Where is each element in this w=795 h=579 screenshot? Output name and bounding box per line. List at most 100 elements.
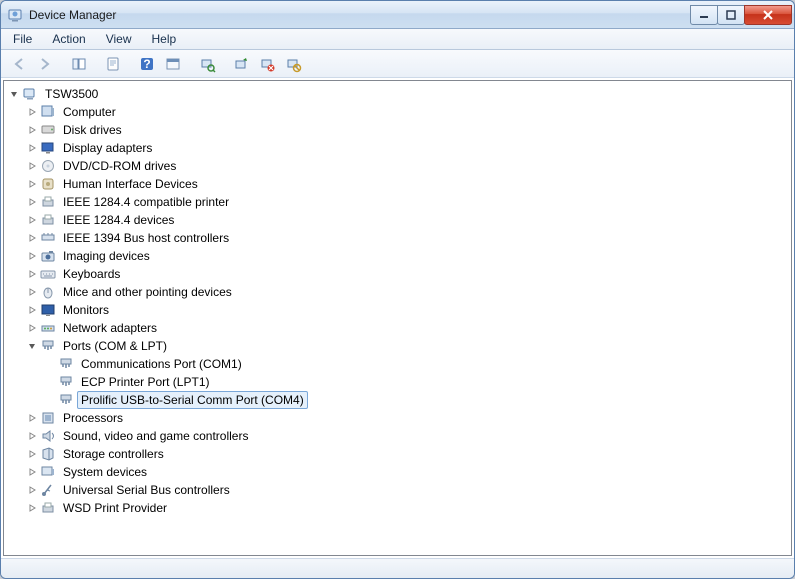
tree-root-label: TSW3500 xyxy=(41,85,102,103)
mouse-icon xyxy=(40,284,56,300)
bus-icon xyxy=(40,230,56,246)
menu-action[interactable]: Action xyxy=(44,30,93,48)
forward-button[interactable] xyxy=(33,53,57,75)
expander-icon[interactable] xyxy=(8,88,20,100)
options-button[interactable] xyxy=(161,53,185,75)
titlebar[interactable]: Device Manager xyxy=(1,1,794,29)
expander-icon[interactable] xyxy=(26,340,38,352)
tree-category-node[interactable]: DVD/CD-ROM drives xyxy=(24,157,789,175)
expander-icon[interactable] xyxy=(26,178,38,190)
computer-root-icon xyxy=(22,86,38,102)
device-manager-window: Device Manager File Action View Help ? T… xyxy=(0,0,795,579)
help-button[interactable]: ? xyxy=(135,53,159,75)
window-title: Device Manager xyxy=(29,8,691,22)
hid-icon xyxy=(40,176,56,192)
window-buttons xyxy=(691,5,792,25)
properties-button[interactable] xyxy=(101,53,125,75)
expander-icon[interactable] xyxy=(26,430,38,442)
expander-icon[interactable] xyxy=(26,286,38,298)
expander-icon[interactable] xyxy=(26,106,38,118)
tree-category-node[interactable]: Network adapters xyxy=(24,319,789,337)
menu-help[interactable]: Help xyxy=(144,30,185,48)
tree-category-label: Computer xyxy=(59,103,120,121)
toolbar: ? xyxy=(1,50,794,78)
tree-category-node[interactable]: IEEE 1284.4 devices xyxy=(24,211,789,229)
tree-category-label: IEEE 1284.4 devices xyxy=(59,211,178,229)
port-icon xyxy=(58,392,74,408)
computer-icon xyxy=(40,104,56,120)
expander-icon[interactable] xyxy=(26,466,38,478)
maximize-button[interactable] xyxy=(717,5,745,25)
expander-icon[interactable] xyxy=(26,448,38,460)
expander-icon[interactable] xyxy=(26,160,38,172)
minimize-button[interactable] xyxy=(690,5,718,25)
back-button[interactable] xyxy=(7,53,31,75)
tree-category-node[interactable]: Imaging devices xyxy=(24,247,789,265)
tree-category-node[interactable]: Processors xyxy=(24,409,789,427)
tree-category-label: Mice and other pointing devices xyxy=(59,283,236,301)
expander-icon[interactable] xyxy=(26,196,38,208)
app-icon xyxy=(7,7,23,23)
sound-icon xyxy=(40,428,56,444)
tree-category-node[interactable]: System devices xyxy=(24,463,789,481)
tree-device-label: Communications Port (COM1) xyxy=(77,355,246,373)
expander-icon[interactable] xyxy=(26,322,38,334)
expander-icon[interactable] xyxy=(26,214,38,226)
expander-icon[interactable] xyxy=(26,502,38,514)
expander-icon[interactable] xyxy=(26,268,38,280)
tree-category-node[interactable]: Sound, video and game controllers xyxy=(24,427,789,445)
tree-category-node[interactable]: Human Interface Devices xyxy=(24,175,789,193)
expander-icon[interactable] xyxy=(26,304,38,316)
tree-category-node[interactable]: Ports (COM & LPT) xyxy=(24,337,789,355)
update-driver-button[interactable] xyxy=(229,53,253,75)
tree-category-node[interactable]: IEEE 1284.4 compatible printer xyxy=(24,193,789,211)
tree-device-node[interactable]: ECP Printer Port (LPT1) xyxy=(42,373,789,391)
menu-view[interactable]: View xyxy=(98,30,140,48)
tree-category-label: IEEE 1394 Bus host controllers xyxy=(59,229,233,247)
tree-category-label: Monitors xyxy=(59,301,113,319)
expander-icon[interactable] xyxy=(26,124,38,136)
tree-root-node[interactable]: TSW3500 xyxy=(6,85,789,103)
close-button[interactable] xyxy=(744,5,792,25)
tree-category-label: Ports (COM & LPT) xyxy=(59,337,171,355)
expander-icon[interactable] xyxy=(26,484,38,496)
tree-category-node[interactable]: Disk drives xyxy=(24,121,789,139)
tree-category-node[interactable]: Keyboards xyxy=(24,265,789,283)
monitor-icon xyxy=(40,302,56,318)
expander-icon[interactable] xyxy=(26,142,38,154)
show-hide-tree-button[interactable] xyxy=(67,53,91,75)
dvd-icon xyxy=(40,158,56,174)
tree-category-node[interactable]: Computer xyxy=(24,103,789,121)
tree-category-node[interactable]: Monitors xyxy=(24,301,789,319)
tree-category-node[interactable]: Display adapters xyxy=(24,139,789,157)
printer-icon xyxy=(40,212,56,228)
expander-icon[interactable] xyxy=(26,250,38,262)
tree-device-node[interactable]: Communications Port (COM1) xyxy=(42,355,789,373)
scan-hardware-button[interactable] xyxy=(195,53,219,75)
tree-category-label: Imaging devices xyxy=(59,247,154,265)
tree-category-node[interactable]: Storage controllers xyxy=(24,445,789,463)
cpu-icon xyxy=(40,410,56,426)
tree-category-label: DVD/CD-ROM drives xyxy=(59,157,180,175)
tree-category-node[interactable]: WSD Print Provider xyxy=(24,499,789,517)
tree-category-node[interactable]: Universal Serial Bus controllers xyxy=(24,481,789,499)
tree-category-label: IEEE 1284.4 compatible printer xyxy=(59,193,233,211)
expander-icon[interactable] xyxy=(26,412,38,424)
disable-button[interactable] xyxy=(281,53,305,75)
keyboard-icon xyxy=(40,266,56,282)
uninstall-button[interactable] xyxy=(255,53,279,75)
disk-icon xyxy=(40,122,56,138)
menu-file[interactable]: File xyxy=(5,30,40,48)
expander-icon[interactable] xyxy=(26,232,38,244)
tree-device-label: ECP Printer Port (LPT1) xyxy=(77,373,213,391)
tree-category-label: Disk drives xyxy=(59,121,126,139)
system-icon xyxy=(40,464,56,480)
device-tree[interactable]: TSW3500ComputerDisk drivesDisplay adapte… xyxy=(3,80,792,556)
tree-category-node[interactable]: Mice and other pointing devices xyxy=(24,283,789,301)
tree-device-label: Prolific USB-to-Serial Comm Port (COM4) xyxy=(77,391,308,409)
tree-category-node[interactable]: IEEE 1394 Bus host controllers xyxy=(24,229,789,247)
tree-device-node[interactable]: Prolific USB-to-Serial Comm Port (COM4) xyxy=(42,391,789,409)
tree-category-label: System devices xyxy=(59,463,151,481)
display-icon xyxy=(40,140,56,156)
camera-icon xyxy=(40,248,56,264)
